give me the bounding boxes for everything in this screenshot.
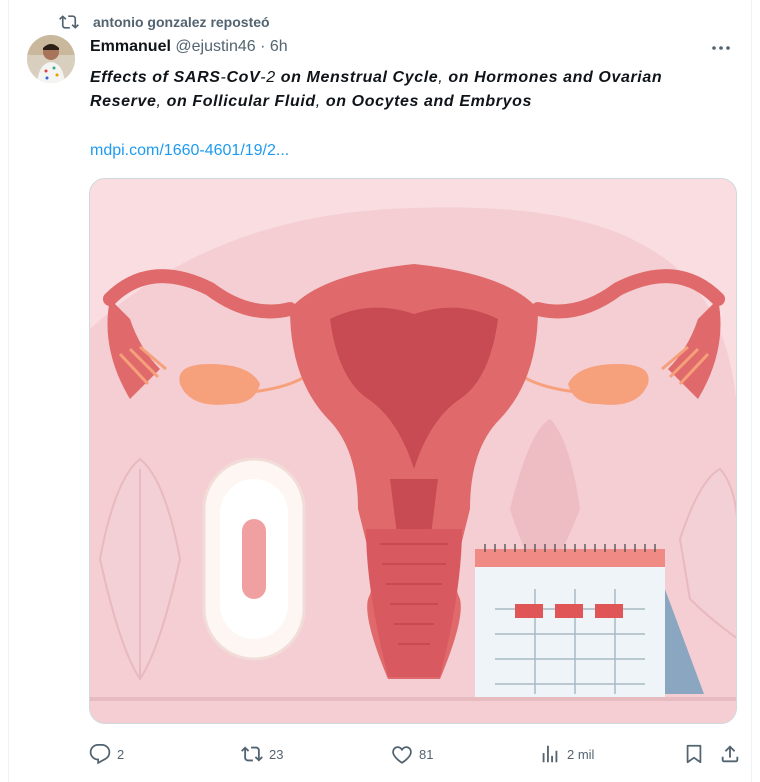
bookmark-button[interactable] <box>683 740 711 768</box>
tweet-header: Emmanuel @ejustin46 · 6h <box>90 38 288 56</box>
share-icon <box>721 745 739 763</box>
views-button[interactable]: 2 mil <box>539 740 594 768</box>
views-count: 2 mil <box>567 746 595 762</box>
tweet-actions: 2 23 81 2 mil <box>89 740 739 768</box>
repost-button[interactable]: 23 <box>241 740 283 768</box>
article-link[interactable]: mdpi.com/1660-4601/19/2... <box>90 142 289 160</box>
more-options-button[interactable] <box>709 38 733 58</box>
tweet-text: Effects of SARS-CoV-2 on Menstrual Cycle… <box>90 66 730 114</box>
tweet-time[interactable]: 6h <box>270 38 288 55</box>
like-button[interactable]: 81 <box>391 740 433 768</box>
views-icon <box>542 745 558 763</box>
author-handle[interactable]: @ejustin46 <box>175 38 255 55</box>
tweet-text-part: , <box>315 93 326 110</box>
bookmark-icon <box>686 744 702 764</box>
tweet-text-part: on Oocytes and Embryos <box>325 93 532 110</box>
tweet-text-part: -2 <box>260 69 281 86</box>
author-name[interactable]: Emmanuel <box>90 38 171 55</box>
repost-icon <box>59 15 79 29</box>
time-separator: · <box>260 38 266 55</box>
tweet-text-part: CoV <box>226 69 261 86</box>
repost-icon <box>241 746 263 762</box>
tweet-text-part: , <box>438 69 449 86</box>
heart-icon <box>392 746 412 764</box>
tweet-text-part: on Follicular Fluid <box>166 93 316 110</box>
share-button[interactable] <box>719 740 747 768</box>
repost-text: antonio gonzalez reposteó <box>93 14 270 30</box>
repost-indicator[interactable]: antonio gonzalez reposteó <box>59 12 270 32</box>
tweet-text-part: on Menstrual Cycle <box>280 69 439 86</box>
avatar[interactable] <box>27 35 75 83</box>
reply-icon <box>89 743 111 765</box>
media-image[interactable] <box>89 178 737 724</box>
like-count: 81 <box>419 746 434 762</box>
tweet-text-part: , <box>156 93 167 110</box>
repost-count: 23 <box>269 746 284 762</box>
tweet-card[interactable]: antonio gonzalez reposteó Emmanuel @ejus… <box>8 0 752 782</box>
reply-button[interactable]: 2 <box>89 740 124 768</box>
reply-count: 2 <box>117 746 125 762</box>
tweet-text-part: Effects of SARS <box>90 69 221 86</box>
more-icon <box>712 46 730 50</box>
